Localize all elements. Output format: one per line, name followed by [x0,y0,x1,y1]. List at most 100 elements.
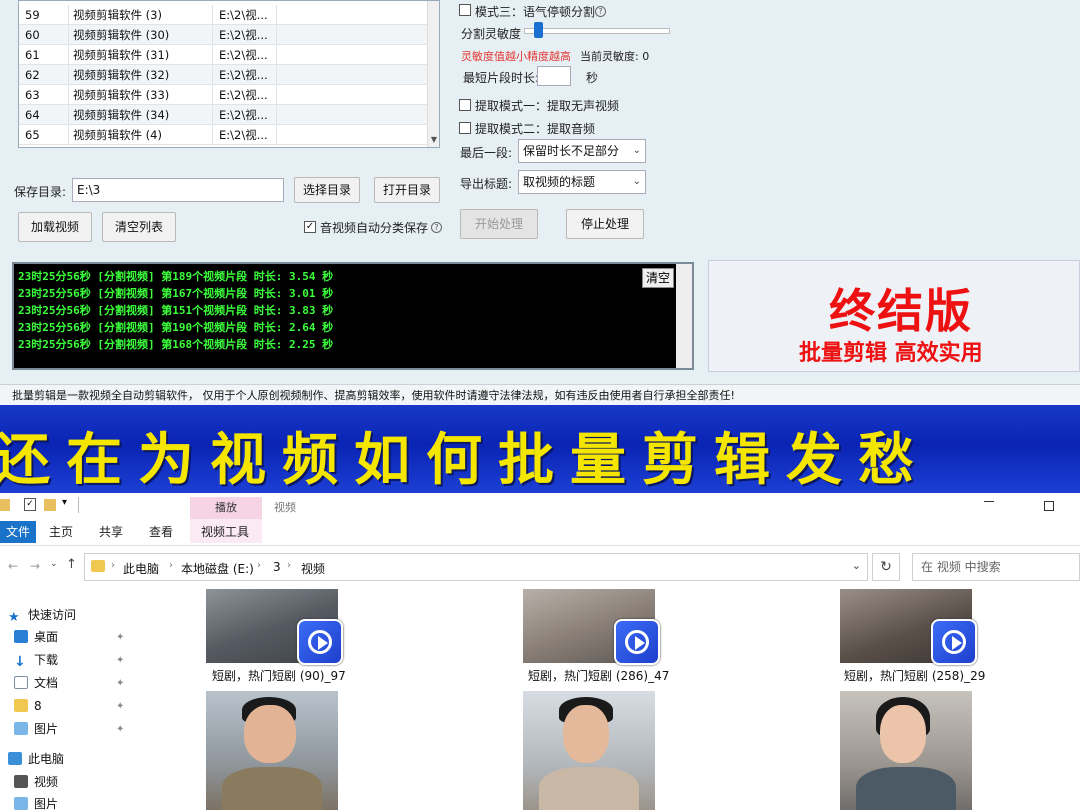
nav-label: 图片 [34,722,59,736]
file-name[interactable]: 短剧，热门短剧 (258)_29 [844,667,994,684]
tab-file[interactable]: 文件 [0,521,36,543]
file-name[interactable]: 短剧，热门短剧 (90)_97 [212,667,362,684]
open-dir-button[interactable]: 打开目录 [374,177,440,203]
back-icon[interactable]: ← [8,559,18,573]
row-path: E:\2\视... [213,105,277,125]
nav-item-folder-8[interactable]: 8 [14,696,42,716]
toolbar-divider [78,497,79,513]
up-icon[interactable]: ↑ [66,557,77,572]
promo-panel: 终结版 批量剪辑 高效实用 [708,260,1080,372]
save-dir-input[interactable]: E:\3 [72,178,284,202]
tab-view[interactable]: 查看 [144,521,178,543]
pin-icon[interactable]: ✦ [116,632,124,643]
file-name[interactable]: 短剧，热门短剧 (286)_47 [528,667,678,684]
log-line: 23时25分56秒 [分割视频] 第167个视频片段 时长: 3.01 秒 [18,287,334,300]
breadcrumb-separator: › [111,560,115,571]
forward-icon[interactable]: → [30,559,40,573]
pin-icon[interactable]: ✦ [116,724,124,735]
min-clip-input[interactable] [537,66,571,86]
address-input[interactable]: › 此电脑 › 本地磁盘 (E:) › 3 › 视频 ⌄ [84,553,868,581]
log-line: 23时25分56秒 [分割视频] 第168个视频片段 时长: 2.25 秒 [18,338,334,351]
auto-save-checkbox[interactable]: ✓ [304,221,316,233]
properties-icon[interactable]: ✓ [24,498,36,511]
row-path: E:\2\视... [213,125,277,145]
folder-icon[interactable] [0,499,10,511]
row-name: 视频剪辑软件 (30) [69,25,213,45]
list-row[interactable]: 61 视频剪辑软件 (31) E:\2\视... [19,45,429,65]
new-folder-icon[interactable] [44,499,56,511]
pin-icon[interactable]: ✦ [116,655,124,666]
list-scrollbar[interactable]: ▼ [427,1,439,147]
row-extra [277,25,429,45]
file-explorer: ✓ ▾ 播放 视频 文件 主页 共享 查看 视频工具 ← → ⌄ ↑ › 此电脑… [0,493,1080,810]
pin-icon[interactable]: ✦ [116,701,124,712]
select-dir-button[interactable]: 选择目录 [294,177,360,203]
nav-label: 快速访问 [28,608,77,622]
search-input[interactable]: 在 视频 中搜索 [912,553,1080,581]
chevron-down-icon[interactable]: ⌄ [852,559,861,572]
list-row[interactable]: 65 视频剪辑软件 (4) E:\2\视... [19,125,429,145]
nav-label: 下载 [34,653,59,667]
video-thumbnail[interactable] [523,691,655,810]
pictures-icon [14,797,28,810]
nav-item-documents[interactable]: 文档 [14,673,58,693]
extract-mode2-checkbox[interactable] [459,122,471,134]
video-thumbnail[interactable] [840,691,972,810]
document-icon [14,676,28,689]
help-icon[interactable]: ? [431,222,442,233]
minimize-icon[interactable] [984,501,994,502]
help-icon[interactable]: ? [595,6,606,17]
breadcrumb-this-pc[interactable]: 此电脑 [123,560,159,577]
start-button[interactable]: 开始处理 [460,209,538,239]
extract-mode1-checkbox[interactable] [459,99,471,111]
clear-list-button[interactable]: 清空列表 [102,212,176,242]
row-path: E:\2\视... [213,5,277,25]
ribbon-divider [0,545,1080,546]
list-row[interactable]: 59 视频剪辑软件 (3) E:\2\视... [19,5,429,25]
refresh-icon[interactable]: ↻ [872,553,900,581]
promo-title: 终结版 [829,284,973,338]
nav-item-this-pc[interactable]: 此电脑 [8,749,64,769]
ribbon-context-tab[interactable]: 播放 [190,497,262,519]
export-title-value: 取视频的标题 [523,175,596,189]
list-row[interactable]: 64 视频剪辑软件 (34) E:\2\视... [19,105,429,125]
thumbnail-image [840,691,972,810]
list-row[interactable]: 60 视频剪辑软件 (30) E:\2\视... [19,25,429,45]
nav-item-videos[interactable]: 视频 [14,772,58,792]
mode3-checkbox[interactable] [459,4,471,16]
maximize-icon[interactable] [1044,501,1054,511]
tab-video-tools[interactable]: 视频工具 [192,521,258,543]
nav-item-quick-access[interactable]: ★ 快速访问 [8,605,76,625]
video-player-icon [614,619,660,665]
video-file-list[interactable]: 59 视频剪辑软件 (3) E:\2\视... 60 视频剪辑软件 (30) E… [18,0,440,148]
list-row[interactable]: 63 视频剪辑软件 (33) E:\2\视... [19,85,429,105]
nav-item-downloads[interactable]: ↓ 下载 [14,650,58,670]
pin-icon[interactable]: ✦ [116,678,124,689]
nav-item-pictures[interactable]: 图片 [14,719,58,739]
breadcrumb-drive[interactable]: 本地磁盘 (E:) [181,560,254,577]
log-clear-button[interactable]: 清空 [642,268,674,288]
chevron-down-icon[interactable]: ▾ [62,497,67,508]
load-video-button[interactable]: 加载视频 [18,212,92,242]
export-title-select[interactable]: 取视频的标题 ⌄ [518,170,646,194]
breadcrumb-videos[interactable]: 视频 [301,560,325,577]
stop-button[interactable]: 停止处理 [566,209,644,239]
breadcrumb-folder-3[interactable]: 3 [273,560,281,574]
nav-item-pictures-2[interactable]: 图片 [14,794,58,810]
log-scrollbar[interactable] [676,264,692,368]
extract-mode1-label: 提取模式一：提取无声视频 [475,99,620,113]
sensitivity-slider-thumb[interactable] [534,22,543,38]
person-torso [539,767,639,810]
recent-chevron-icon[interactable]: ⌄ [50,559,58,569]
last-segment-select[interactable]: 保留时长不足部分 ⌄ [518,139,646,163]
tab-share[interactable]: 共享 [94,521,128,543]
tab-home[interactable]: 主页 [44,521,78,543]
chevron-down-icon: ⌄ [632,176,641,187]
nav-item-desktop[interactable]: 桌面 [14,627,58,647]
person-face [563,705,609,763]
row-extra [277,85,429,105]
list-row[interactable]: 62 视频剪辑软件 (32) E:\2\视... [19,65,429,85]
sensitivity-slider-track[interactable] [524,28,670,34]
scroll-down-arrow-icon[interactable]: ▼ [429,135,439,147]
video-thumbnail[interactable] [206,691,338,810]
